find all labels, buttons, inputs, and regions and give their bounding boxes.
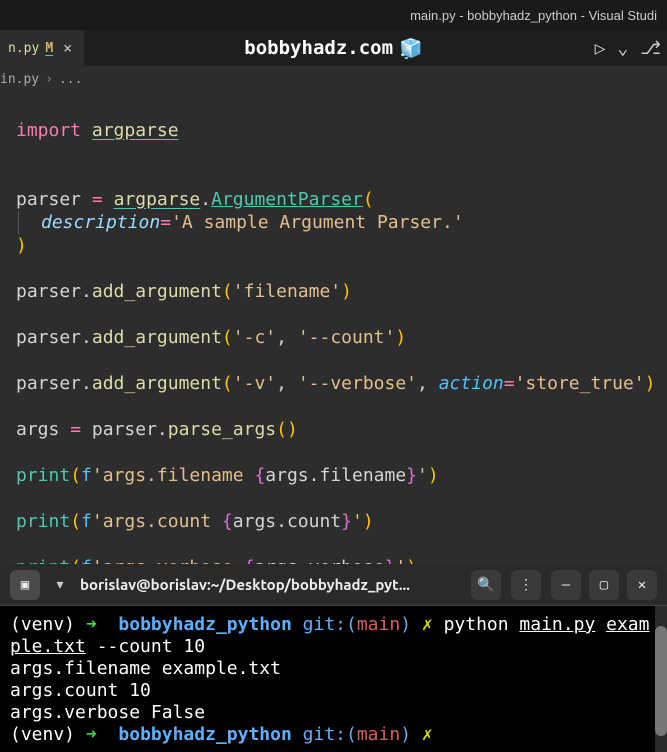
chevron-right-icon: › [45, 72, 53, 87]
tab-label: n.py [8, 41, 39, 56]
scrollbar[interactable] [655, 606, 667, 752]
branch-icon[interactable]: ⎇ [640, 38, 661, 59]
breadcrumb-more[interactable]: ... [59, 72, 82, 87]
tab-modified-indicator: M [45, 41, 53, 56]
scrollbar-thumb[interactable] [655, 626, 667, 736]
search-icon[interactable]: 🔍 [471, 570, 501, 600]
close-icon[interactable]: ✕ [627, 570, 657, 600]
cube-icon: 🧊 [399, 37, 423, 60]
chevron-down-icon[interactable]: ⌄ [617, 38, 628, 59]
tab-bar: n.py M × bobbyhadz.com 🧊 ▷ ⌄ ⎇ [0, 30, 667, 66]
window-title: main.py - bobbyhadz_python - Visual Stud… [410, 8, 657, 23]
run-controls: ▷ ⌄ ⎇ [595, 38, 661, 59]
site-overlay: bobbyhadz.com 🧊 [244, 37, 422, 60]
maximize-icon[interactable]: ▢ [589, 570, 619, 600]
terminal-panel: ▣ ▾ borislav@borislav:~/Desktop/bobbyhad… [0, 564, 667, 752]
terminal-titlebar: ▣ ▾ borislav@borislav:~/Desktop/bobbyhad… [0, 564, 667, 606]
terminal-body[interactable]: (venv) ➜ bobbyhadz_python git:(main) ✗ p… [0, 606, 667, 752]
minimize-icon[interactable]: — [551, 570, 581, 600]
tab-main-py[interactable]: n.py M × [0, 30, 84, 66]
menu-icon[interactable]: ⋮ [511, 570, 541, 600]
chevron-down-icon[interactable]: ▾ [50, 574, 70, 595]
code-editor[interactable]: import argparse parser = argparse.Argume… [0, 92, 667, 579]
window-titlebar: main.py - bobbyhadz_python - Visual Stud… [0, 0, 667, 30]
close-icon[interactable]: × [59, 39, 76, 57]
terminal-title: borislav@borislav:~/Desktop/bobbyhadz_py… [80, 576, 461, 593]
terminal-new-tab-icon[interactable]: ▣ [10, 570, 40, 600]
breadcrumb-file[interactable]: in.py [0, 72, 39, 87]
breadcrumb[interactable]: in.py › ... [0, 66, 667, 92]
run-icon[interactable]: ▷ [595, 38, 606, 59]
